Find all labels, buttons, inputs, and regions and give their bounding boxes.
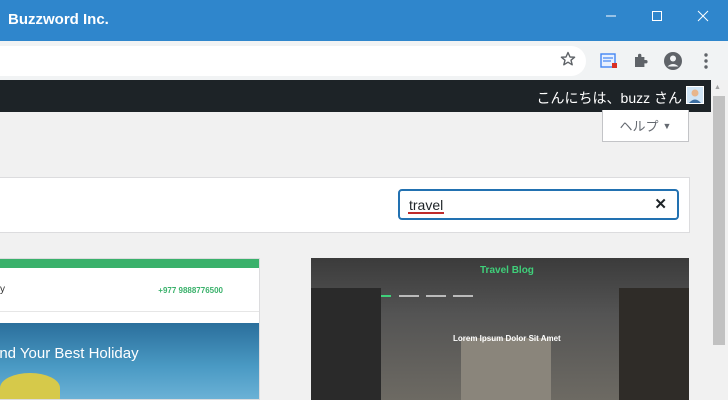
minimize-icon	[606, 15, 616, 17]
theme-hero-image: ind Your Best Holiday	[0, 323, 259, 399]
close-window-button[interactable]	[680, 0, 726, 32]
minimize-button[interactable]	[588, 0, 634, 32]
bookmark-star-icon[interactable]	[560, 51, 576, 67]
user-avatar-icon	[689, 89, 701, 103]
window-titlebar: Buzzword Inc.	[0, 0, 728, 41]
close-icon	[697, 10, 709, 22]
extension-page-icon[interactable]	[599, 51, 619, 71]
clear-search-icon[interactable]: ✕	[654, 195, 667, 213]
admin-bar: こんにちは、buzz さん	[0, 80, 728, 112]
theme-headline: ind Your Best Holiday	[0, 345, 139, 362]
street-building-left	[311, 288, 381, 400]
puzzle-extensions-icon[interactable]	[631, 51, 651, 71]
hero-balloon-shape	[0, 373, 60, 399]
search-value[interactable]: travel	[409, 197, 443, 213]
avatar[interactable]	[686, 86, 704, 104]
nav-active-indicator	[381, 295, 391, 297]
theme-hero-title: Lorem Ipsum Dolor Sit Amet	[453, 334, 561, 343]
maximize-button[interactable]	[634, 0, 680, 32]
theme-phone: +977 9888776500	[158, 286, 223, 295]
maximize-icon	[652, 11, 662, 21]
theme-card[interactable]: Travel Blog Lorem Ipsum Dolor Sit Amet	[311, 258, 689, 400]
window-title: Buzzword Inc.	[8, 11, 109, 28]
theme-nav	[381, 292, 621, 300]
street-crowd-shape	[461, 338, 551, 400]
nav-item-placeholder	[426, 295, 446, 297]
theme-nav	[0, 311, 259, 322]
nav-item-placeholder	[453, 295, 473, 297]
theme-card[interactable]: y +977 9888776500 ind Your Best Holiday	[0, 258, 260, 400]
help-label: ヘルプ	[619, 119, 659, 134]
scroll-up-arrow-icon[interactable]: ▲	[714, 84, 721, 91]
account-greeting[interactable]: こんにちは、buzz さん	[537, 88, 682, 108]
theme-search-input[interactable]: travel ✕	[398, 189, 679, 220]
address-bar[interactable]	[0, 46, 586, 76]
theme-header: y +977 9888776500	[0, 268, 259, 311]
spellcheck-underline	[408, 212, 444, 214]
help-tab-button[interactable]: ヘルプ ▼	[602, 110, 689, 142]
kebab-menu-icon[interactable]	[696, 51, 716, 71]
theme-topbar	[0, 259, 259, 268]
profile-icon[interactable]	[663, 51, 683, 71]
nav-item-placeholder	[399, 295, 419, 297]
scrollbar-thumb[interactable]	[713, 96, 725, 345]
street-building-right	[619, 288, 689, 400]
browser-toolbar	[0, 41, 728, 80]
theme-logo-fragment: y	[0, 284, 5, 295]
dropdown-arrow-icon: ▼	[662, 120, 672, 131]
theme-brand: Travel Blog	[480, 265, 534, 276]
